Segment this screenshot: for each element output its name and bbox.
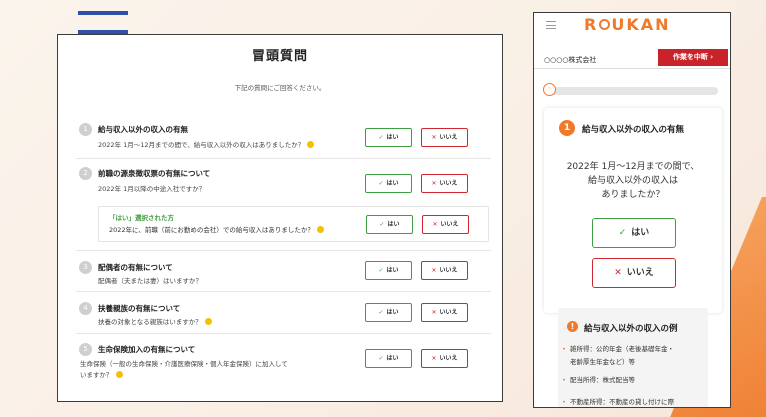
question-row-3: 3 配偶者の有無について 配偶者（夫または妻）はいますか？ ✓ はい ✕ いいえ <box>76 251 491 292</box>
question-title: 前職の源泉徴収票の有無について <box>98 169 211 178</box>
lightbulb-icon: ◦ <box>543 83 556 96</box>
question-number: 1 <box>559 120 575 136</box>
cross-icon: ✕ <box>432 221 438 228</box>
hamburger-menu-icon[interactable] <box>546 21 556 29</box>
info-icon[interactable] <box>316 226 324 233</box>
page-subtitle: 下記の質問にご回答ください。 <box>234 84 326 92</box>
question-desc-line2: いますか？ <box>80 370 123 381</box>
question-desc: 扶養の対象となる親族はいますか？ <box>98 317 212 328</box>
cross-icon: ✕ <box>614 268 622 278</box>
company-bar: ○○○○株式会社 作業を中断 › <box>534 47 730 69</box>
yes-button-2a[interactable]: ✓ はい <box>366 215 413 234</box>
sub-question-desc: 2022年に、前職（前にお勤めの会社）での給与収入はありましたか？ <box>109 224 324 234</box>
decorative-top-bars <box>78 0 188 34</box>
question-number: 3 <box>79 261 92 274</box>
roukan-logo: R UKAN <box>584 15 671 34</box>
yes-button-2[interactable]: ✓ はい <box>365 174 412 193</box>
stop-work-button[interactable]: 作業を中断 › <box>658 49 728 66</box>
examples-box: ! 給与収入以外の収入の例 雑所得：公的年金（老後基礎年金・老齢厚生年金など）等… <box>558 308 708 407</box>
yes-button-3[interactable]: ✓ はい <box>365 261 412 280</box>
question-number: 2 <box>79 167 92 180</box>
question-list: 1 給与収入以外の収入の有無 2022年 1月〜12月までの間で、給与収入以外の… <box>76 115 491 384</box>
question-row-5: 5 生命保険加入の有無について 生命保険（一般の生命保険・介護医療保険・個人年金… <box>76 334 491 384</box>
question-desc-line1: 生命保険（一般の生命保険・介護医療保険・個人年金保険）に加入して <box>80 360 288 368</box>
no-button-2[interactable]: ✕ いいえ <box>421 174 468 193</box>
no-button-3[interactable]: ✕ いいえ <box>421 261 468 280</box>
examples-title: 給与収入以外の収入の例 <box>584 324 678 334</box>
question-title: 配偶者の有無について <box>98 263 173 272</box>
question-row-1: 1 給与収入以外の収入の有無 2022年 1月〜12月までの間で、給与収入以外の… <box>76 115 491 159</box>
desktop-questionnaire-panel: 冒頭質問 下記の質問にご回答ください。 1 給与収入以外の収入の有無 2022年… <box>57 34 503 402</box>
cross-icon: ✕ <box>431 180 437 187</box>
question-desc: 2022年 1月以降の中途入社ですか？ <box>98 185 206 193</box>
check-icon: ✓ <box>378 309 384 316</box>
yes-button-5[interactable]: ✓ はい <box>365 349 412 368</box>
example-item-2: 配当所得：株式配当等 <box>562 374 702 387</box>
info-icon[interactable] <box>204 318 212 325</box>
no-button-5[interactable]: ✕ いいえ <box>421 349 468 368</box>
logo-ring-icon <box>599 19 611 30</box>
check-icon: ✓ <box>378 267 384 274</box>
question-row-4: 4 扶養親族の有無について 扶養の対象となる親族はいますか？ ✓ はい ✕ いいえ <box>76 292 491 334</box>
question-desc: 配偶者（夫または妻）はいますか？ <box>98 277 202 285</box>
cross-icon: ✕ <box>431 267 437 274</box>
cross-icon: ✕ <box>431 309 437 316</box>
page-title: 冒頭質問 <box>251 49 308 64</box>
sub-question-box: 「はい」選択された方 2022年に、前職（前にお勤めの会社）での給与収入はありま… <box>98 206 489 242</box>
question-card: 1 給与収入以外の収入の有無 2022年 1月〜12月までの間で、 給与収入以外… <box>544 108 722 313</box>
question-text: 2022年 1月〜12月までの間で、 給与収入以外の収入は ありましたか？ <box>566 162 700 200</box>
no-button-1[interactable]: ✕ いいえ <box>421 128 468 147</box>
yes-button-4[interactable]: ✓ はい <box>365 303 412 322</box>
check-icon: ✓ <box>379 221 385 228</box>
question-number: 5 <box>79 343 92 356</box>
example-item-1: 雑所得：公的年金（老後基礎年金・老齢厚生年金など）等 <box>562 343 702 369</box>
question-number: 1 <box>79 123 92 136</box>
example-item-3: 不動産所得：不動産の貸し付けに際 <box>562 396 702 407</box>
no-button-2a[interactable]: ✕ いいえ <box>422 215 469 234</box>
mobile-no-button[interactable]: ✕ いいえ <box>592 258 676 288</box>
sub-question-label: 「はい」選択された方 <box>109 214 174 222</box>
question-title: 給与収入以外の収入の有無 <box>98 125 188 134</box>
check-icon: ✓ <box>618 228 627 238</box>
question-desc: 2022年 1月〜12月までの間で、給与収入以外の収入はありましたか？ <box>98 140 315 151</box>
no-button-4[interactable]: ✕ いいえ <box>421 303 468 322</box>
mobile-questionnaire-panel: R UKAN ○○○○株式会社 作業を中断 › ◦ 1 給与収入以外の収入の有無 … <box>533 12 731 408</box>
cross-icon: ✕ <box>431 134 437 141</box>
yes-button-1[interactable]: ✓ はい <box>365 128 412 147</box>
check-icon: ✓ <box>378 134 384 141</box>
question-title: 扶養親族の有無について <box>98 304 181 313</box>
check-icon: ✓ <box>378 355 384 362</box>
info-icon[interactable] <box>307 141 315 148</box>
info-icon[interactable] <box>115 371 123 378</box>
question-row-2: 2 前職の源泉徴収票の有無について 2022年 1月以降の中途入社ですか？ ✓ は… <box>76 159 491 251</box>
exclamation-icon: ! <box>567 321 578 332</box>
question-number: 4 <box>79 302 92 315</box>
question-title: 生命保険加入の有無について <box>98 345 196 354</box>
progress-bar <box>548 87 718 95</box>
company-name: ○○○○株式会社 <box>544 56 597 64</box>
mobile-header: R UKAN <box>534 13 730 39</box>
cross-icon: ✕ <box>431 355 437 362</box>
check-icon: ✓ <box>378 180 384 187</box>
mobile-yes-button[interactable]: ✓ はい <box>592 218 676 248</box>
question-title: 給与収入以外の収入の有無 <box>582 125 685 135</box>
